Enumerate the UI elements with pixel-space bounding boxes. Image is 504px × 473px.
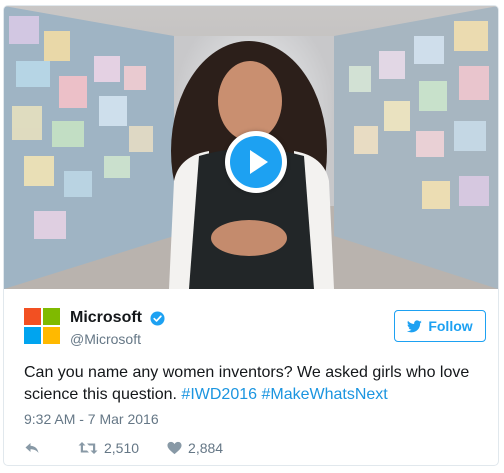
reply-icon bbox=[25, 443, 39, 453]
tweet-card: Microsoft @Microsoft Follow Can you name… bbox=[3, 5, 499, 466]
hashtag-iwd2016[interactable]: #IWD2016 bbox=[181, 386, 257, 403]
tweet-timestamp[interactable]: 9:32 AM - 7 Mar 2016 bbox=[24, 411, 159, 427]
twitter-bird-icon bbox=[407, 319, 423, 332]
author-handle[interactable]: @Microsoft bbox=[70, 331, 165, 347]
play-button[interactable] bbox=[225, 131, 287, 193]
author-display-name[interactable]: Microsoft bbox=[70, 309, 142, 327]
microsoft-logo[interactable] bbox=[24, 308, 60, 344]
follow-button[interactable]: Follow bbox=[394, 310, 486, 342]
follow-label: Follow bbox=[428, 318, 473, 334]
play-icon bbox=[230, 136, 282, 188]
tweet-actions: 2,510 2,884 bbox=[24, 438, 223, 458]
tweet-text: Can you name any women inventors? We ask… bbox=[24, 362, 484, 406]
like-count: 2,884 bbox=[188, 440, 224, 456]
heart-icon bbox=[167, 441, 182, 455]
retweet-icon bbox=[78, 442, 98, 454]
hashtag-makewhatsnext[interactable]: #MakeWhatsNext bbox=[261, 386, 387, 403]
verified-badge-icon bbox=[150, 310, 165, 326]
retweet-button[interactable]: 2,510 bbox=[78, 440, 139, 456]
reply-button[interactable] bbox=[24, 441, 40, 455]
like-button[interactable]: 2,884 bbox=[167, 440, 223, 456]
tweet-header: Microsoft @Microsoft Follow bbox=[24, 308, 486, 348]
video-thumbnail[interactable] bbox=[4, 6, 498, 289]
author-info: Microsoft @Microsoft bbox=[70, 309, 165, 347]
retweet-count: 2,510 bbox=[104, 440, 140, 456]
